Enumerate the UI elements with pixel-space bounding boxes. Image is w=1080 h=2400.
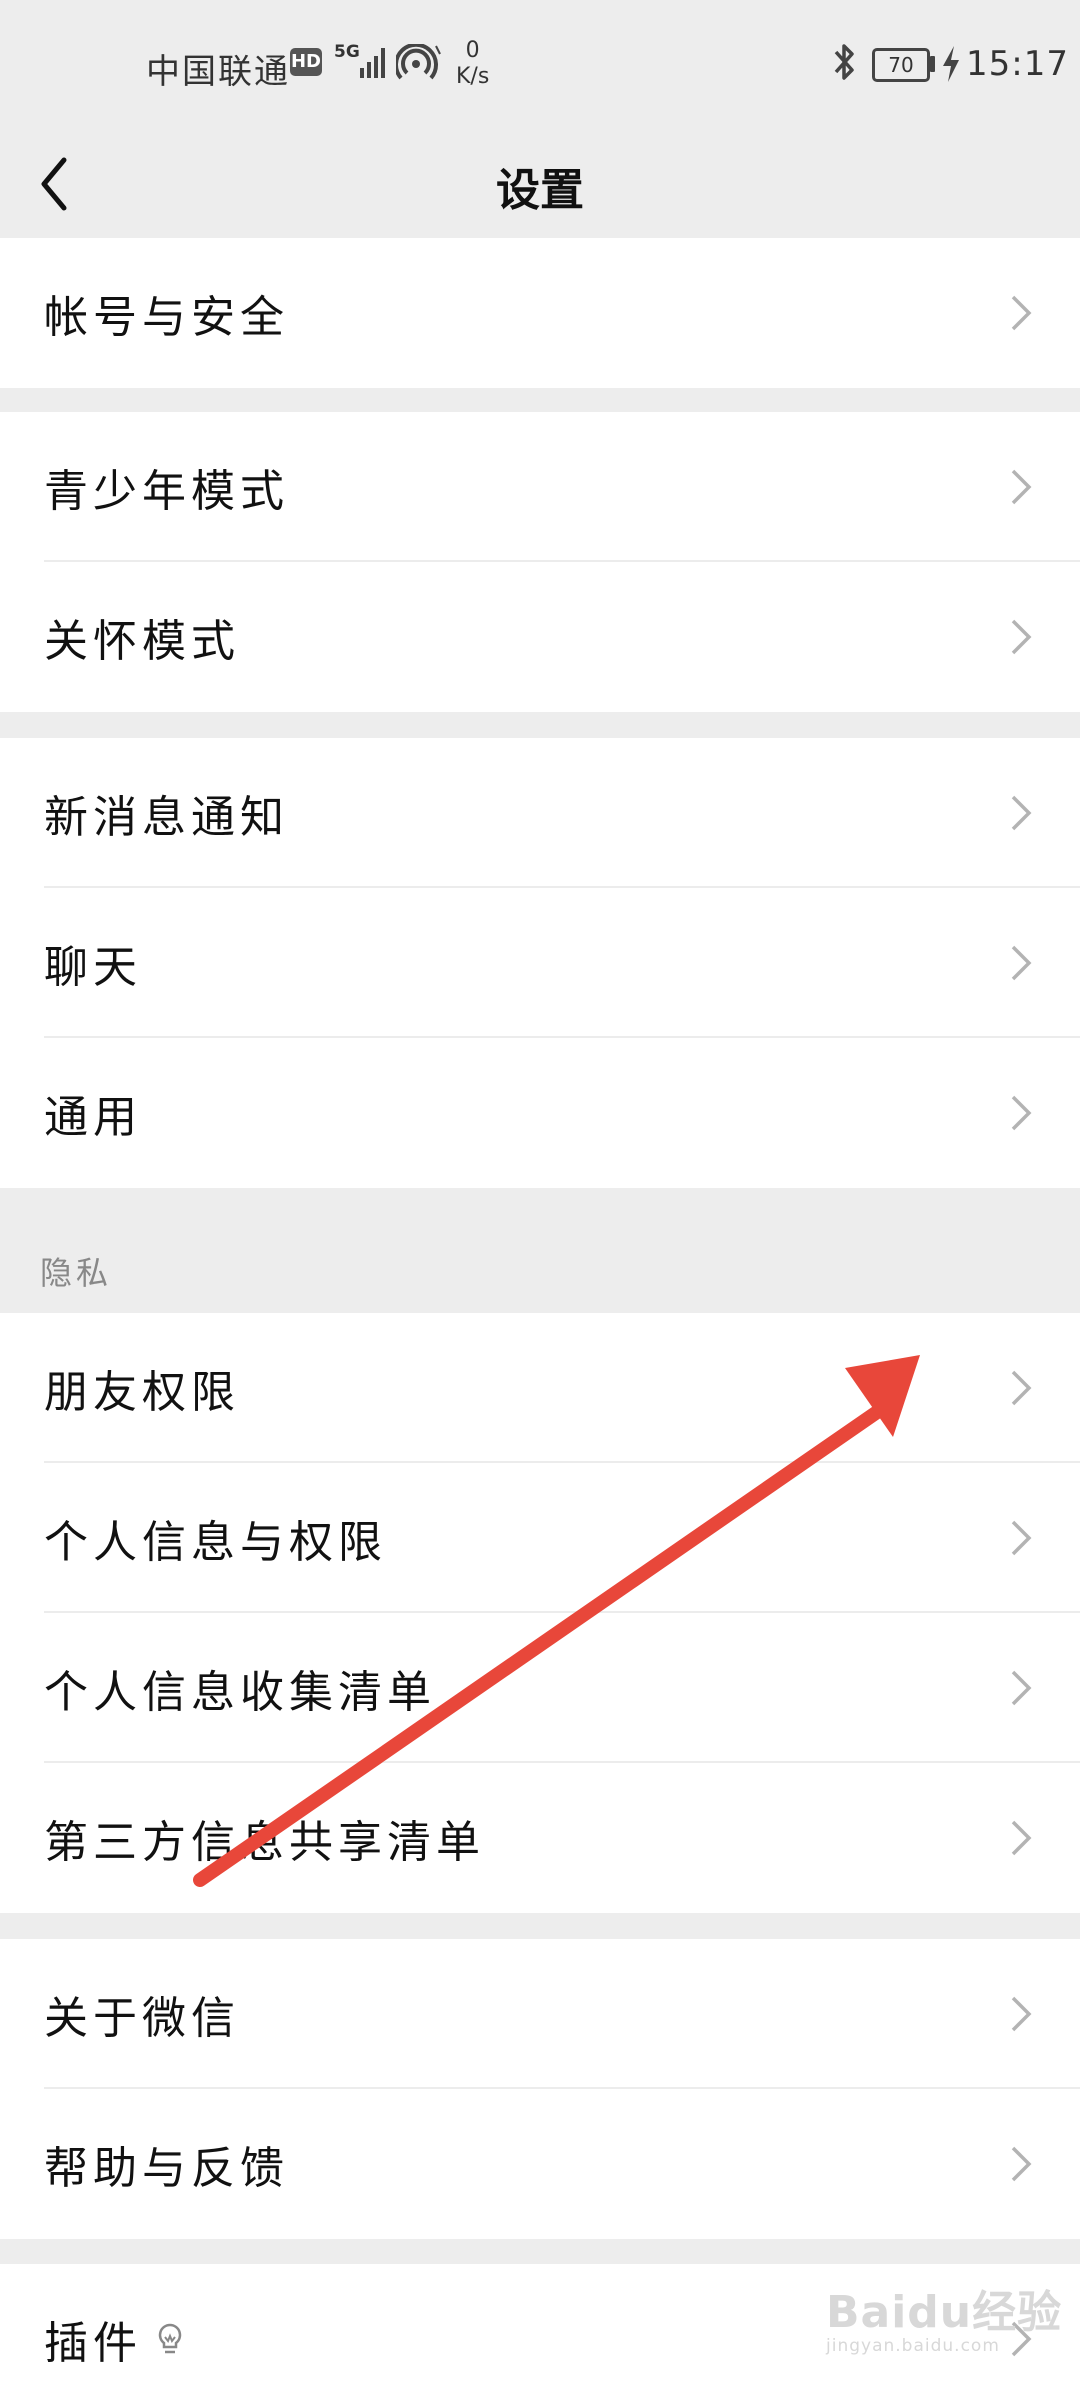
settings-item-label: 个人信息收集清单 xyxy=(44,1667,436,1718)
chevron-right-icon xyxy=(1011,795,1032,831)
watermark: Baidu经验 jingyan.baidu.com xyxy=(826,2276,1062,2356)
settings-item-general[interactable]: 通用 xyxy=(0,1038,1080,1188)
network-type: 5G xyxy=(334,42,360,62)
settings-item-help-feedback[interactable]: 帮助与反馈 xyxy=(0,2089,1080,2239)
chevron-right-icon xyxy=(1011,2146,1032,2182)
chevron-right-icon xyxy=(1011,1670,1032,1706)
settings-item-info-collection-list[interactable]: 个人信息收集清单 xyxy=(0,1613,1080,1763)
signal-icon xyxy=(360,48,385,78)
chevron-right-icon xyxy=(1011,1520,1032,1556)
settings-item-notifications[interactable]: 新消息通知 xyxy=(0,738,1080,888)
lightbulb-icon xyxy=(158,2323,182,2354)
battery-tip xyxy=(930,56,935,72)
charging-icon xyxy=(943,46,959,82)
settings-item-personal-info-permissions[interactable]: 个人信息与权限 xyxy=(0,1463,1080,1613)
watermark-main: Baidu经验 xyxy=(826,2287,1063,2338)
status-bar: 中国联通 HD 5G 0 K/s 70 15:17 xyxy=(0,0,1080,130)
settings-item-chat[interactable]: 聊天 xyxy=(0,888,1080,1038)
settings-item-label: 朋友权限 xyxy=(44,1367,240,1418)
settings-item-account-security[interactable]: 帐号与安全 xyxy=(0,238,1080,388)
hotspot-icon xyxy=(396,44,441,80)
battery-level: 70 xyxy=(888,53,914,77)
chevron-right-icon xyxy=(1011,469,1032,505)
chevron-right-icon xyxy=(1011,1996,1032,2032)
settings-item-label: 聊天 xyxy=(44,942,142,993)
settings-item-label: 青少年模式 xyxy=(44,466,289,517)
group-privacy: 朋友权限 个人信息与权限 个人信息收集清单 第三方信息共享清单 xyxy=(0,1313,1080,1913)
chevron-right-icon xyxy=(1011,619,1032,655)
chevron-right-icon xyxy=(1011,1095,1032,1131)
settings-item-label: 插件 xyxy=(44,2318,142,2369)
nav-bar: 设置 xyxy=(0,130,1080,238)
settings-item-friend-permissions[interactable]: 朋友权限 xyxy=(0,1313,1080,1463)
bluetooth-icon xyxy=(834,44,854,80)
settings-item-label: 通用 xyxy=(44,1092,142,1143)
settings-item-label: 第三方信息共享清单 xyxy=(44,1817,485,1868)
group-about: 关于微信 帮助与反馈 xyxy=(0,1939,1080,2239)
settings-item-label: 关怀模式 xyxy=(44,616,240,667)
group-modes: 青少年模式 关怀模式 xyxy=(0,412,1080,712)
group-general: 新消息通知 聊天 通用 xyxy=(0,738,1080,1188)
settings-item-about-wechat[interactable]: 关于微信 xyxy=(0,1939,1080,2089)
chevron-right-icon xyxy=(1011,295,1032,331)
speed-unit: K/s xyxy=(456,64,490,89)
battery-icon: 70 xyxy=(872,48,930,82)
settings-item-label: 帮助与反馈 xyxy=(44,2143,289,2194)
chevron-right-icon xyxy=(1011,945,1032,981)
hd-icon: HD xyxy=(290,48,322,76)
settings-item-label: 新消息通知 xyxy=(44,792,289,843)
settings-item-label: 个人信息与权限 xyxy=(44,1517,387,1568)
chevron-right-icon xyxy=(1011,1820,1032,1856)
settings-item-third-party-sharing-list[interactable]: 第三方信息共享清单 xyxy=(0,1763,1080,1913)
settings-item-label: 帐号与安全 xyxy=(44,292,289,343)
speed-value: 0 xyxy=(465,38,480,63)
network-speed: 0 K/s xyxy=(456,38,489,90)
settings-item-care-mode[interactable]: 关怀模式 xyxy=(0,562,1080,712)
settings-item-label: 关于微信 xyxy=(44,1993,240,2044)
settings-item-teen-mode[interactable]: 青少年模式 xyxy=(0,412,1080,562)
chevron-right-icon xyxy=(1011,1370,1032,1406)
group-account: 帐号与安全 xyxy=(0,238,1080,388)
clock: 15:17 xyxy=(966,44,1069,84)
carrier-name: 中国联通 xyxy=(146,52,290,92)
section-title-privacy: 隐私 xyxy=(40,1254,113,1292)
page-title: 设置 xyxy=(496,165,584,216)
